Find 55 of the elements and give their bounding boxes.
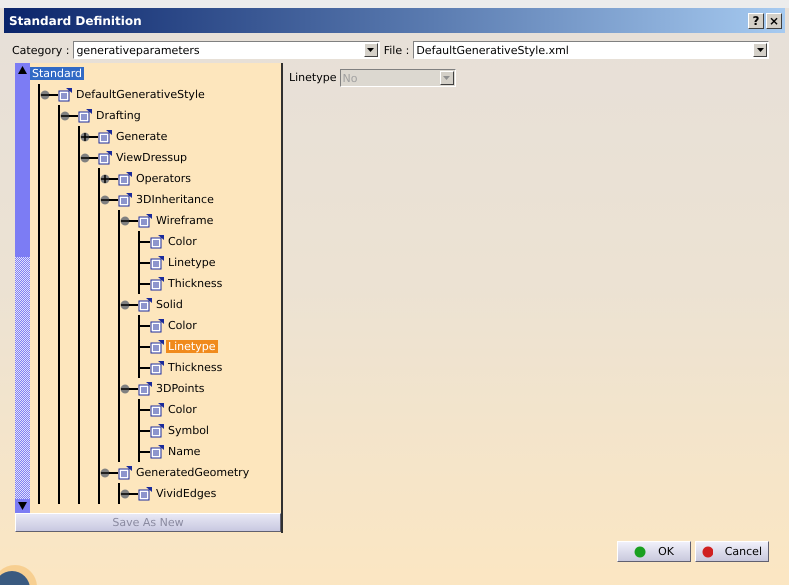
scrollbar-thumb[interactable] bbox=[15, 77, 30, 257]
parameter-icon bbox=[138, 381, 154, 396]
tree-item[interactable]: Color bbox=[166, 403, 199, 416]
tree-item[interactable]: GeneratedGeometry bbox=[134, 466, 252, 479]
tree-item[interactable]: Generate bbox=[114, 130, 170, 143]
parameter-icon bbox=[150, 339, 166, 354]
tree-item[interactable]: Thickness bbox=[166, 277, 224, 290]
close-button[interactable]: × bbox=[766, 12, 782, 28]
tree-item[interactable]: Color bbox=[166, 319, 199, 332]
tree-item[interactable]: 3DPoints bbox=[154, 382, 207, 395]
parameter-icon bbox=[150, 276, 166, 291]
parameter-icon bbox=[150, 318, 166, 333]
cancel-button[interactable]: Cancel bbox=[695, 541, 769, 562]
tree-item[interactable]: Solid bbox=[154, 298, 185, 311]
parameter-icon bbox=[150, 402, 166, 417]
tree-item[interactable]: Linetype bbox=[166, 256, 218, 269]
parameter-icon bbox=[118, 465, 134, 480]
tree-item[interactable]: 3DInheritance bbox=[134, 193, 216, 206]
parameter-icon bbox=[150, 444, 166, 459]
tree-item[interactable]: ViewDressup bbox=[114, 151, 190, 164]
help-button[interactable]: ? bbox=[748, 12, 764, 28]
linetype-label: Linetype bbox=[289, 70, 336, 86]
file-label: File : bbox=[384, 44, 410, 56]
parameter-icon bbox=[150, 255, 166, 270]
file-dropdown[interactable]: DefaultGenerativeStyle.xml bbox=[413, 41, 769, 59]
ok-button[interactable]: OK bbox=[617, 541, 691, 562]
parameter-icon bbox=[138, 486, 154, 501]
parameter-icon bbox=[118, 171, 134, 186]
parameter-icon bbox=[150, 360, 166, 375]
parameter-icon bbox=[138, 213, 154, 228]
parameter-icon bbox=[150, 234, 166, 249]
category-dropdown[interactable]: generativeparameters bbox=[73, 41, 380, 59]
parameter-icon bbox=[58, 87, 74, 102]
window-title: Standard Definition bbox=[9, 14, 142, 28]
scroll-up-button[interactable] bbox=[15, 63, 30, 77]
scroll-down-button[interactable] bbox=[15, 499, 30, 513]
tree-item[interactable]: VividEdges bbox=[154, 487, 218, 500]
tree-item[interactable]: Drafting bbox=[94, 109, 143, 122]
tree-item[interactable]: Symbol bbox=[166, 424, 211, 437]
tree-item[interactable]: Color bbox=[166, 235, 199, 248]
parameter-icon bbox=[98, 150, 114, 165]
scrollbar[interactable] bbox=[15, 63, 30, 513]
parameter-icon bbox=[138, 297, 154, 312]
tree-item[interactable]: DefaultGenerativeStyle bbox=[74, 88, 207, 101]
tree-item[interactable]: Wireframe bbox=[154, 214, 216, 227]
ok-ball-icon bbox=[634, 546, 646, 558]
tree-item[interactable]: Operators bbox=[134, 172, 193, 185]
parameter-icon bbox=[98, 129, 114, 144]
category-label: Category : bbox=[12, 44, 70, 56]
parameter-icon bbox=[118, 192, 134, 207]
tree-item[interactable]: Standard bbox=[30, 67, 84, 80]
parameter-icon bbox=[78, 108, 94, 123]
parameter-icon bbox=[150, 423, 166, 438]
tree-item[interactable]: Name bbox=[166, 445, 202, 458]
tree-item[interactable]: Thickness bbox=[166, 361, 224, 374]
